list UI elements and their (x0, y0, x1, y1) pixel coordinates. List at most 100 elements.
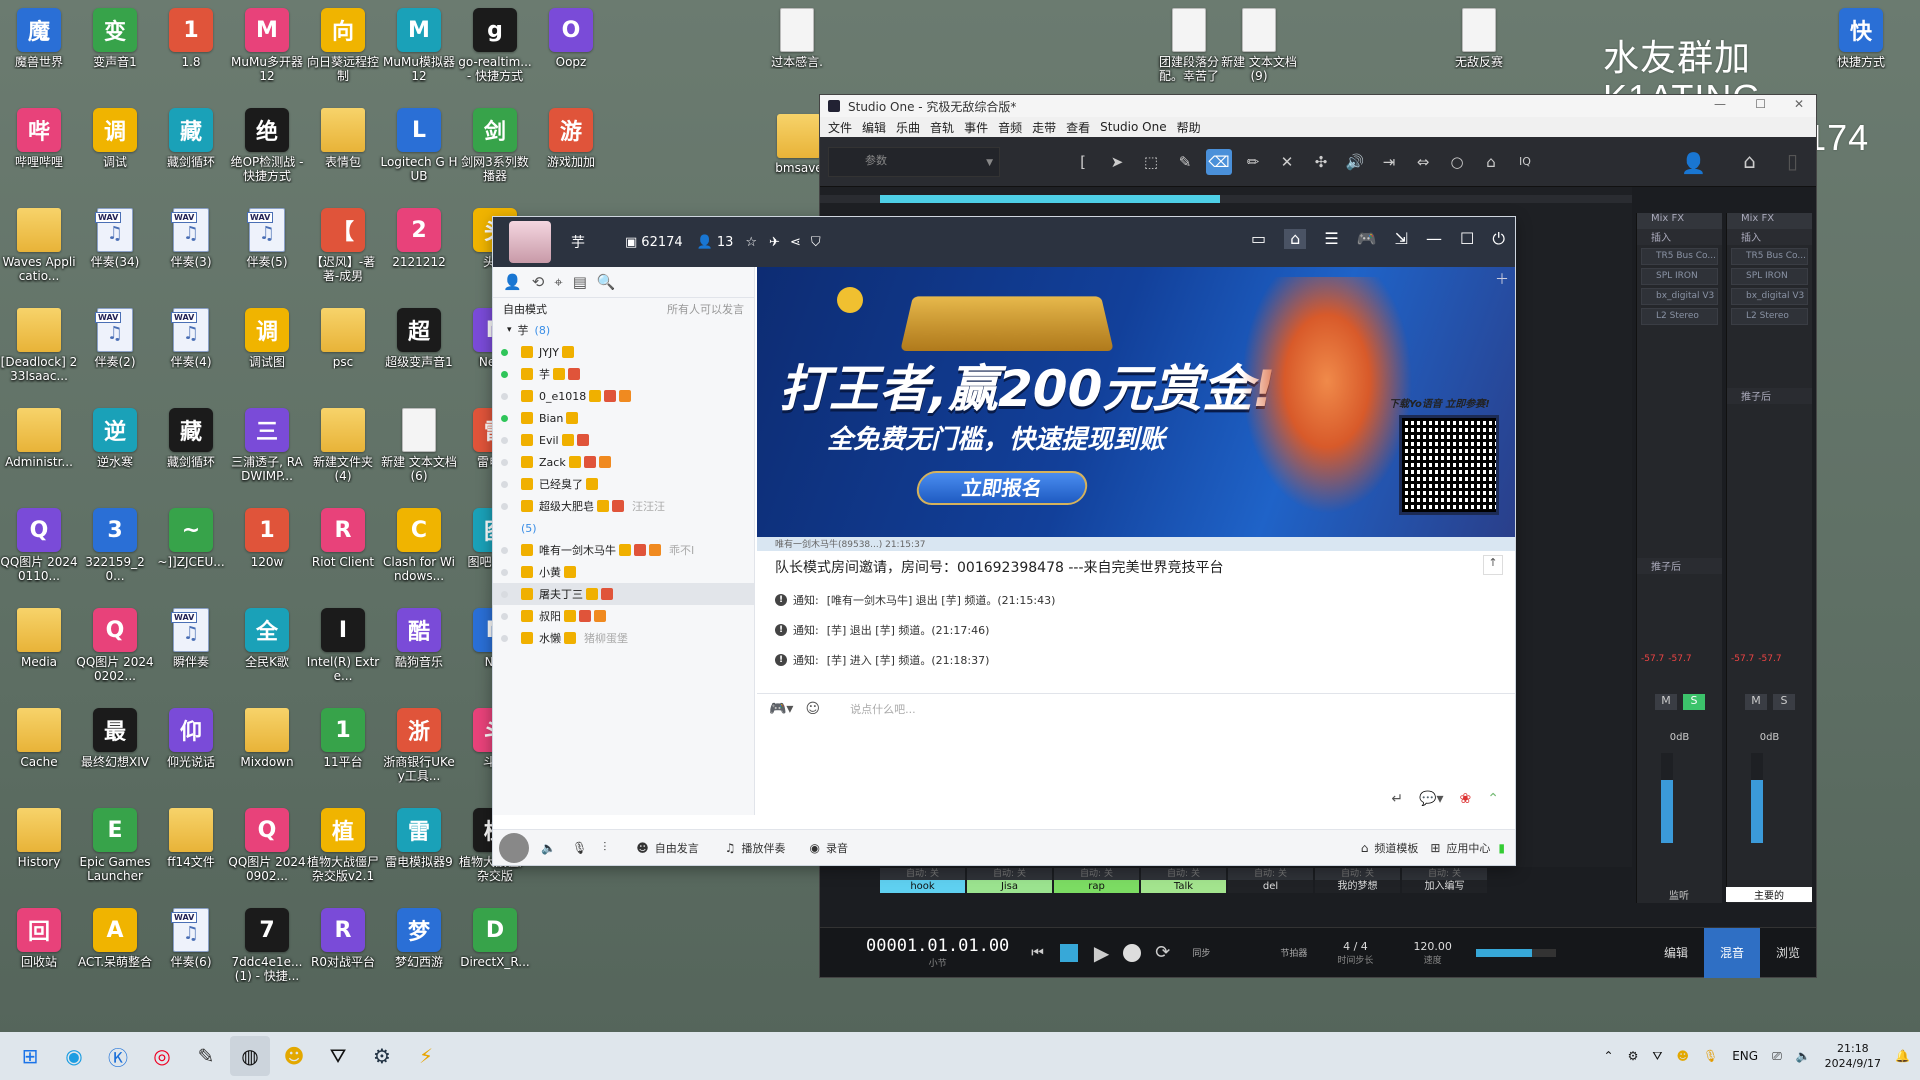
desktop-icon[interactable]: psc (302, 302, 384, 402)
desktop-icon[interactable]: 植植物大战僵尸杂交版v2.1 (302, 802, 384, 902)
automation-label[interactable]: 自动: 关 (1228, 868, 1313, 880)
listen-tool-icon[interactable]: 🔊 (1342, 149, 1368, 175)
plugin-slot[interactable]: SPL IRON (1641, 268, 1718, 285)
snap-icon[interactable]: ⇥ (1376, 149, 1402, 175)
desktop-icon[interactable]: M MuMu多开器12 (226, 2, 308, 102)
mute-button[interactable]: M (1655, 694, 1677, 710)
tray-app-icon[interactable]: ⛛ (1652, 1049, 1662, 1064)
language-indicator[interactable]: ENG (1732, 1049, 1758, 1063)
desktop-icon[interactable]: 哔哔哩哔哩 (0, 102, 80, 202)
user-row[interactable]: 屠夫丁三 (493, 583, 754, 605)
desktop-icon[interactable]: Q QQ图片 20240902... (226, 802, 308, 902)
eraser-tool-icon[interactable]: ⌫ (1206, 148, 1232, 175)
user-row[interactable]: JYJY (493, 341, 754, 363)
plugin-slot[interactable]: SPL IRON (1731, 268, 1808, 285)
range-tool-icon[interactable]: ⬚ (1138, 149, 1164, 175)
search-icon[interactable]: 🔍 (597, 273, 616, 291)
menu-item[interactable]: 音轨 (930, 119, 954, 136)
user-icon[interactable]: 👤 (1681, 151, 1706, 175)
automation-label[interactable]: 自动: 关 (1315, 868, 1400, 880)
template-icon[interactable]: ⌂ (1361, 841, 1369, 855)
param-dropdown[interactable]: 参数 ▼ (828, 146, 1000, 177)
desktop-icon[interactable]: ~ ~]]ZJCEU... (150, 502, 232, 602)
time-display[interactable]: 00001.01.01.00 (866, 936, 1009, 956)
mixer-channel[interactable]: 自动: 关 Talk (1141, 868, 1226, 894)
my-avatar[interactable] (499, 832, 529, 863)
grid-icon[interactable]: ⊞ (1430, 841, 1440, 855)
start-icon[interactable]: ⊞ (10, 1036, 50, 1076)
menu-item[interactable]: 音频 (998, 119, 1022, 136)
timeline-ruler[interactable] (820, 195, 1632, 203)
menu-item[interactable]: 事件 (964, 119, 988, 136)
desktop-icon[interactable]: 新建 文本文档 (9) (1218, 2, 1300, 102)
user-icon[interactable]: 👤 (503, 273, 522, 291)
desktop-icon[interactable]: 【【迟风】-著著-成男 (302, 202, 384, 302)
user-row[interactable]: 超级大肥皂 汪汪汪 (493, 495, 754, 517)
register-button[interactable]: 立即报名 (914, 471, 1090, 505)
menu-item[interactable]: 走带 (1032, 119, 1056, 136)
desktop-icon[interactable]: 3 322159_20... (74, 502, 156, 602)
refresh-icon[interactable]: ⟲ (532, 273, 545, 291)
power-icon[interactable]: ⏻ (1492, 229, 1505, 249)
desktop-icon[interactable]: 1 1.8 (150, 2, 232, 102)
desktop-icon[interactable]: 7 7ddc4e1e... (1) - 快捷... (226, 902, 308, 1002)
mic-tray-icon[interactable]: 🎙 (1703, 1049, 1718, 1063)
plane-icon[interactable]: ✈ (769, 235, 780, 250)
desktop-icon[interactable]: 2 2121212 (378, 202, 460, 302)
maximize-button[interactable]: ☐ (1755, 97, 1766, 111)
quantize-icon[interactable]: ⇔ (1410, 149, 1436, 175)
zoom-icon[interactable]: ○ (1444, 149, 1470, 175)
desktop-icon[interactable]: 最最终幻想XIV (74, 702, 156, 802)
chat-input[interactable]: 说点什么吧... (850, 701, 916, 717)
download-icon[interactable]: ⇲ (1395, 229, 1408, 249)
play-accompaniment-button[interactable]: 播放伴奏 (741, 840, 785, 856)
desktop-icon[interactable]: Waves Applicatio... (0, 202, 80, 302)
desktop-icon[interactable]: Q QQ图片 20240110... (0, 502, 80, 602)
app-icon[interactable]: ⛛ (318, 1036, 358, 1076)
desktop-icon[interactable]: 回回收站 (0, 902, 80, 1002)
desktop-icon[interactable]: 全全民K歌 (226, 602, 308, 702)
expand-icon[interactable]: ⌃ (1487, 791, 1499, 807)
desktop-icon[interactable]: 梦梦幻西游 (378, 902, 460, 1002)
mixer-channel[interactable]: 自动: 关 hook (880, 868, 965, 894)
minimize-button[interactable]: — (1714, 97, 1726, 111)
desktop-icon[interactable]: 表情包 (302, 102, 384, 202)
desktop-icon[interactable]: 调调试 (74, 102, 156, 202)
desktop-icon[interactable]: 藏藏剑循环 (150, 402, 232, 502)
desktop-icon[interactable]: 浙浙商银行UKey工具... (378, 702, 460, 802)
user-row[interactable]: 已经臭了 (493, 473, 754, 495)
page-icon[interactable]: ▯ (1787, 149, 1798, 173)
mixer-channel[interactable]: 自动: 关 rap (1054, 868, 1139, 894)
iq-icon[interactable]: IQ (1512, 149, 1538, 175)
mixer-channel[interactable]: 自动: 关 del (1228, 868, 1313, 894)
bend-tool-icon[interactable]: ✣ (1308, 149, 1334, 175)
shield-icon[interactable]: ⛉ (811, 235, 821, 250)
automation-label[interactable]: 自动: 关 (1402, 868, 1487, 880)
post-fader-label[interactable]: 推子后 (1727, 388, 1812, 404)
share-icon[interactable]: ⋖ (790, 235, 801, 250)
plugin-slot[interactable]: bx_digital V3 (1731, 288, 1808, 305)
user-row[interactable]: 叔阳 (493, 605, 754, 627)
record-icon[interactable]: ◉ (809, 841, 819, 855)
desktop-icon[interactable]: 变变声音1 (74, 2, 156, 102)
plugin-slot[interactable]: L2 Stereo (1641, 308, 1718, 325)
desktop-icon[interactable]: L Logitech G HUB (378, 102, 460, 202)
desktop-icon[interactable]: 过本感言. (756, 2, 838, 102)
send-icon[interactable]: ↵ (1391, 791, 1403, 807)
mute-tool-icon[interactable]: ✕ (1274, 149, 1300, 175)
record-button[interactable]: 录音 (826, 840, 848, 856)
mute-button[interactable]: M (1745, 694, 1767, 710)
desktop-icon[interactable]: Cache (0, 702, 80, 802)
automation-label[interactable]: 自动: 关 (1054, 868, 1139, 880)
mic-icon[interactable]: 🎙 (572, 841, 587, 855)
desktop-icon[interactable]: WAV 伴奏(5) (226, 202, 308, 302)
group-header[interactable]: ▾ 芋 (8) (493, 319, 754, 341)
user-row[interactable]: 芋 (493, 363, 754, 385)
paint-tool-icon[interactable]: ✏ (1240, 149, 1266, 175)
yy-icon[interactable]: ☻ (274, 1036, 314, 1076)
mix-fx-header[interactable]: Mix FX (1637, 213, 1722, 229)
speaker-icon[interactable]: 🔈 (541, 841, 556, 855)
free-speak-button[interactable]: 自由发言 (655, 840, 699, 856)
menu-item[interactable]: 帮助 (1177, 119, 1201, 136)
desktop-icon[interactable]: WAV 伴奏(6) (150, 902, 232, 1002)
